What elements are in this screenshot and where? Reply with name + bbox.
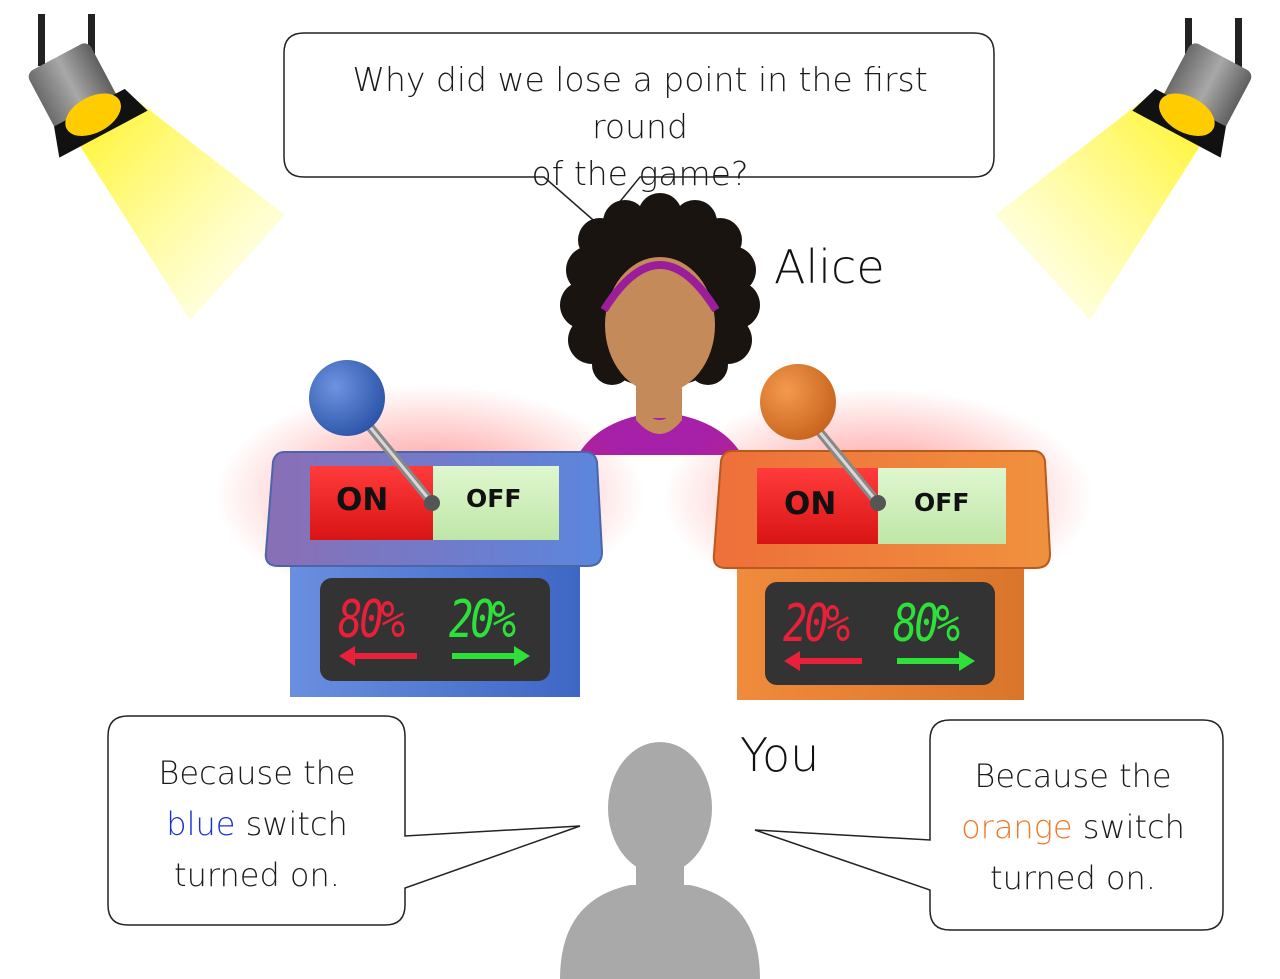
you-name-label: You: [740, 728, 820, 782]
answer-blue-colored-word: blue: [166, 805, 236, 843]
answer-orange-line-1: Because the: [974, 757, 1172, 795]
question-line-2: of the game?: [531, 154, 749, 193]
blue-console: [264, 451, 604, 697]
alice-question-text: Why did we lose a point in the first rou…: [300, 56, 980, 197]
answer-orange-text[interactable]: Because the orange switch turned on.: [928, 751, 1218, 904]
orange-left-percent: 20%: [783, 594, 850, 654]
spotlight-right: [995, 18, 1252, 320]
blue-left-percent: 80%: [338, 590, 405, 650]
answer-blue-line-1: Because the: [158, 754, 356, 792]
orange-off-label[interactable]: OFF: [914, 488, 969, 517]
answer-orange-colored-word: orange: [961, 808, 1073, 846]
blue-off-label[interactable]: OFF: [466, 484, 521, 513]
answer-blue-rest: switch: [235, 805, 348, 843]
you-silhouette: [560, 742, 760, 979]
orange-console: [712, 450, 1052, 700]
answer-blue-text[interactable]: Because the blue switch turned on.: [112, 748, 402, 901]
answer-blue-line-2: blue switch: [112, 799, 402, 850]
alice-avatar: [560, 193, 760, 455]
blue-on-label[interactable]: ON: [336, 482, 388, 518]
orange-right-percent: 80%: [893, 594, 960, 654]
answer-orange-rest: switch: [1072, 808, 1185, 846]
answer-orange-line-3: turned on.: [990, 859, 1156, 897]
orange-on-label[interactable]: ON: [784, 486, 836, 522]
alice-name-label: Alice: [774, 240, 885, 294]
answer-blue-line-3: turned on.: [174, 856, 340, 894]
spotlight-left: [28, 14, 285, 320]
question-line-1: Why did we lose a point in the first rou…: [352, 60, 928, 146]
answer-orange-line-2: orange switch: [928, 802, 1218, 853]
blue-right-percent: 20%: [449, 590, 516, 650]
